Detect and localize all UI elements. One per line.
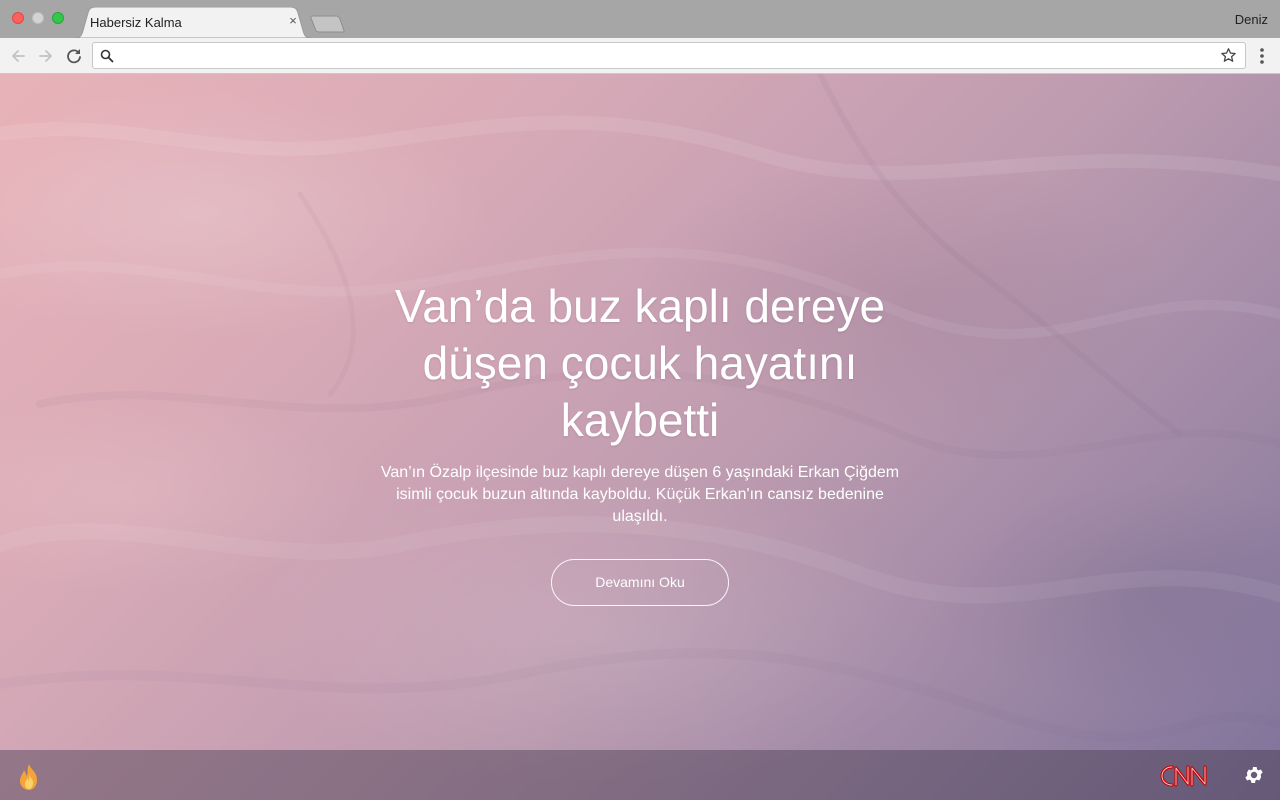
article-headline: Van’da buz kaplı dereye düşen çocuk haya… — [394, 280, 886, 446]
profile-name[interactable]: Deniz — [1235, 12, 1268, 27]
bottom-bar — [0, 750, 1280, 800]
window-minimize-button[interactable] — [32, 12, 44, 24]
address-input[interactable] — [121, 46, 1205, 67]
browser-toolbar — [0, 38, 1280, 74]
bookmark-star-icon[interactable] — [1220, 47, 1237, 64]
window-close-button[interactable] — [12, 12, 24, 24]
reload-icon[interactable] — [62, 44, 86, 68]
search-icon — [100, 49, 114, 63]
browser-window: Habersiz Kalma × Deniz Van’da buz kaplı … — [0, 0, 1280, 800]
page-background: Van’da buz kaplı dereye düşen çocuk haya… — [0, 74, 1280, 800]
article-summary: Van’ın Özalp ilçesinde buz kaplı dereye … — [380, 464, 900, 525]
read-more-button[interactable]: Devamını Oku — [551, 559, 729, 606]
tab-close-icon[interactable]: × — [286, 14, 300, 28]
tab-strip: Habersiz Kalma × Deniz — [0, 0, 1280, 38]
window-maximize-button[interactable] — [52, 12, 64, 24]
new-tab-button[interactable] — [310, 15, 346, 33]
tab-title: Habersiz Kalma — [90, 15, 182, 30]
fire-icon[interactable] — [14, 762, 44, 792]
gear-icon[interactable] — [1243, 764, 1265, 786]
address-bar[interactable] — [92, 42, 1246, 69]
forward-arrow-icon[interactable] — [34, 44, 58, 68]
cnn-logo[interactable] — [1159, 763, 1211, 789]
menu-dots-icon[interactable] — [1252, 44, 1272, 68]
back-arrow-icon[interactable] — [6, 44, 30, 68]
tab-active[interactable]: Habersiz Kalma × — [74, 7, 312, 38]
